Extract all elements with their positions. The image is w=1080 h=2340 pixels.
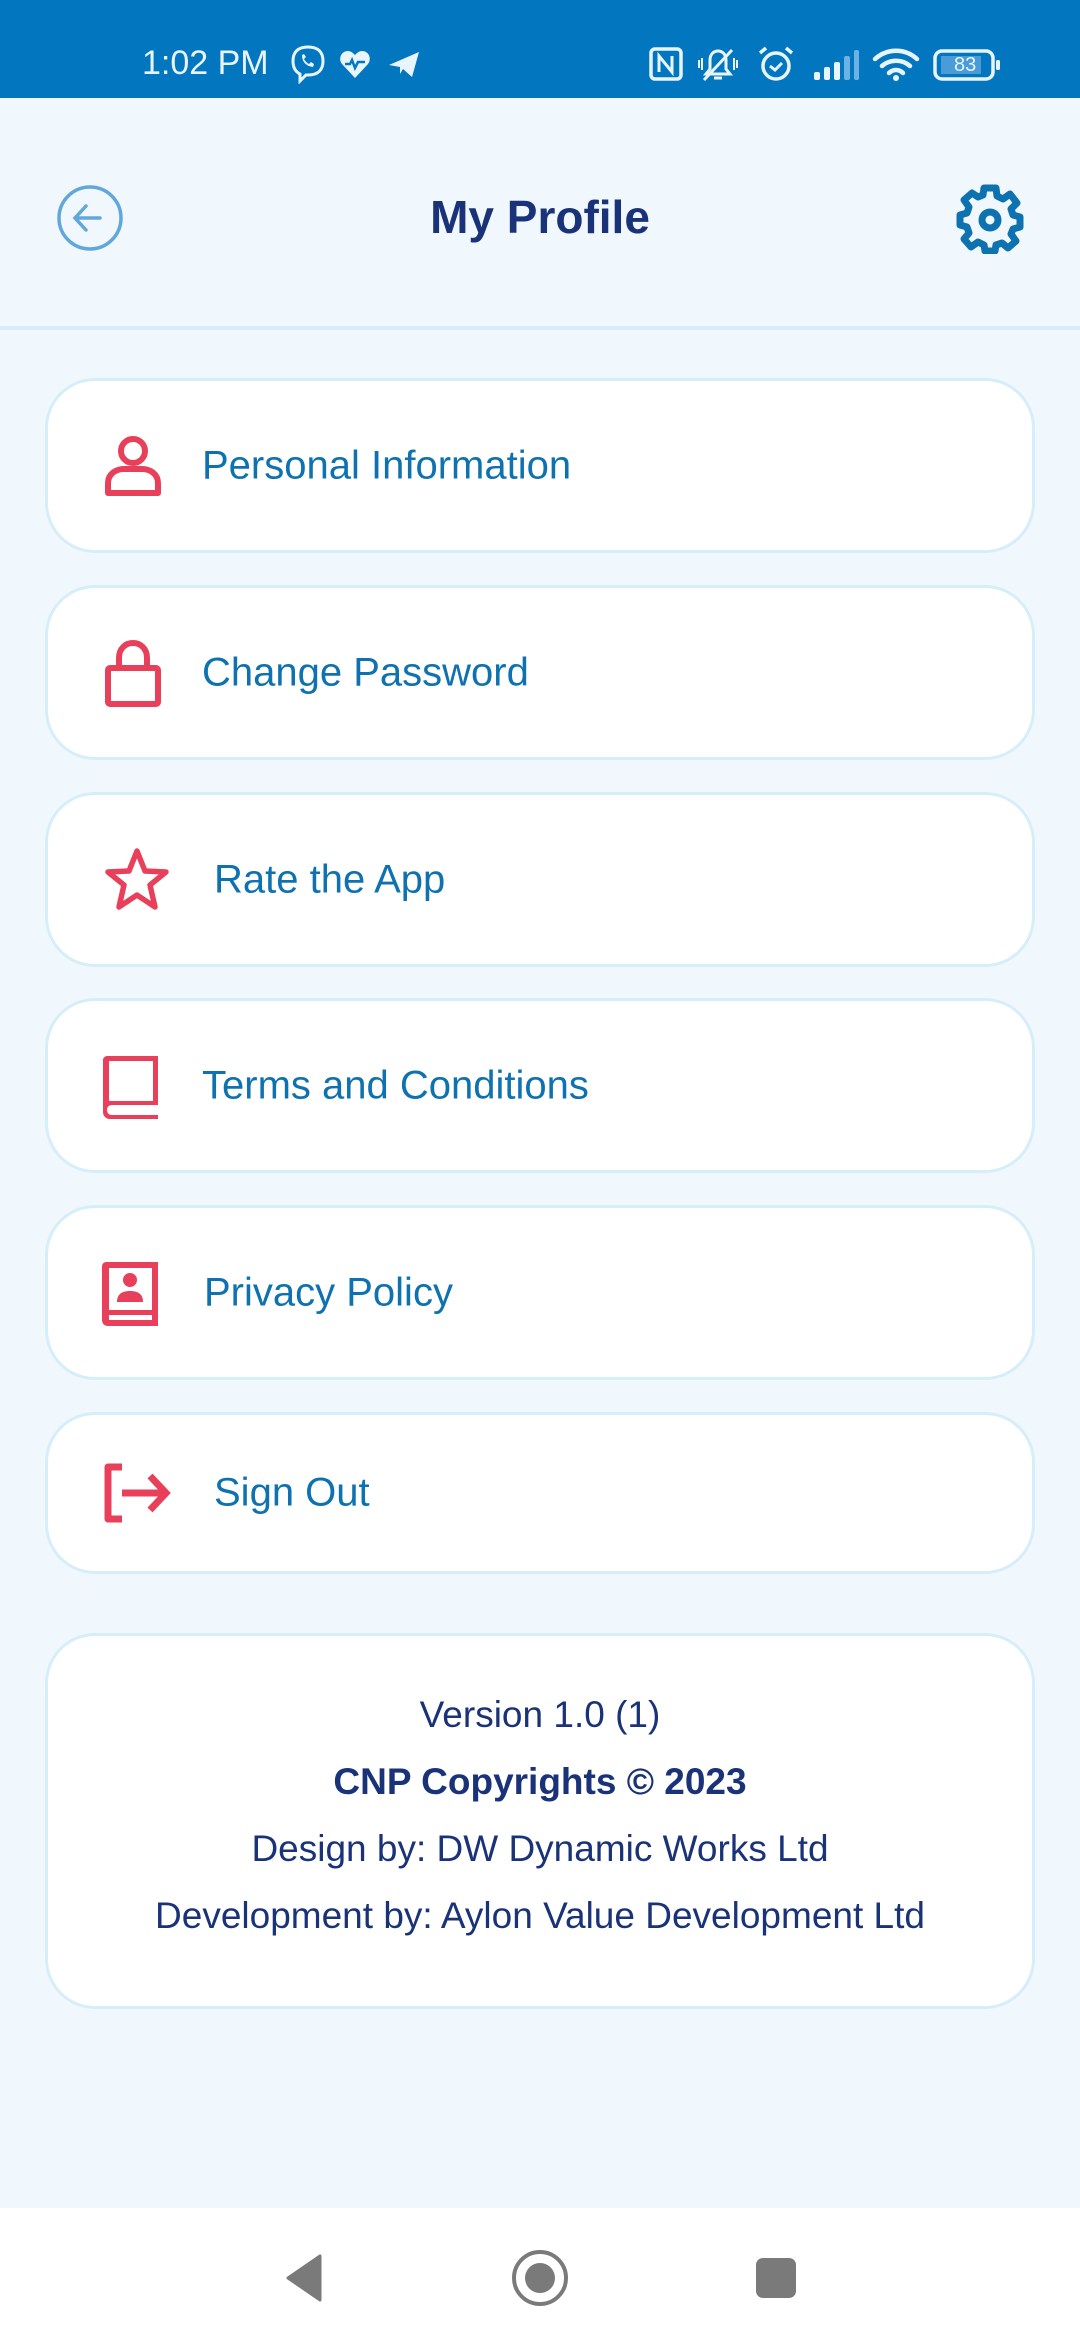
viber-icon (291, 45, 325, 84)
home-circle-icon[interactable] (510, 2248, 570, 2308)
contact-book-icon (102, 1261, 158, 1326)
version-text: Version 1.0 (1) (419, 1694, 661, 1735)
menu-item-privacy-policy[interactable]: Privacy Policy (45, 1205, 1035, 1380)
book-icon (103, 1055, 158, 1119)
star-icon (105, 847, 169, 910)
battery-level: 83 (954, 54, 977, 76)
sign-out-icon (104, 1463, 171, 1523)
page-title: My Profile (430, 191, 650, 243)
health-heart-icon (340, 51, 370, 78)
bell-muted-icon (698, 48, 738, 82)
menu-item-label: Sign Out (214, 1470, 370, 1515)
app-info-card: Version 1.0 (1) CNP Copyrights © 2023 De… (45, 1633, 1035, 2009)
system-nav-bar (0, 2208, 1080, 2340)
telegram-icon (389, 52, 419, 77)
copyright-text: CNP Copyrights © 2023 (333, 1761, 747, 1802)
menu-item-label: Personal Information (202, 443, 572, 487)
user-icon (105, 435, 161, 496)
menu-item-label: Privacy Policy (204, 1270, 453, 1314)
menu-item-rate-the-app[interactable]: Rate the App (45, 792, 1035, 967)
back-triangle-icon[interactable] (274, 2248, 334, 2308)
alarm-icon (758, 46, 794, 81)
wifi-icon (872, 48, 920, 81)
gear-icon[interactable] (954, 182, 1026, 254)
nfc-icon (649, 47, 683, 81)
design-credit-text: Design by: DW Dynamic Works Ltd (251, 1828, 829, 1869)
lock-icon (105, 639, 161, 707)
menu-item-terms-and-conditions[interactable]: Terms and Conditions (45, 998, 1035, 1173)
menu-item-label: Terms and Conditions (202, 1063, 589, 1107)
menu-item-sign-out[interactable]: Sign Out (45, 1412, 1035, 1574)
status-bar: 1:02 PM 83 (0, 0, 1080, 98)
recents-square-icon[interactable] (746, 2248, 806, 2308)
menu-item-label: Rate the App (214, 857, 446, 901)
menu-item-personal-information[interactable]: Personal Information (45, 378, 1035, 553)
development-credit-text: Development by: Aylon Value Development … (155, 1895, 925, 1936)
status-time: 1:02 PM (142, 44, 269, 82)
signal-icon (814, 50, 859, 80)
menu-item-label: Change Password (202, 650, 529, 694)
menu-item-change-password[interactable]: Change Password (45, 585, 1035, 760)
header: My Profile (0, 98, 1080, 330)
